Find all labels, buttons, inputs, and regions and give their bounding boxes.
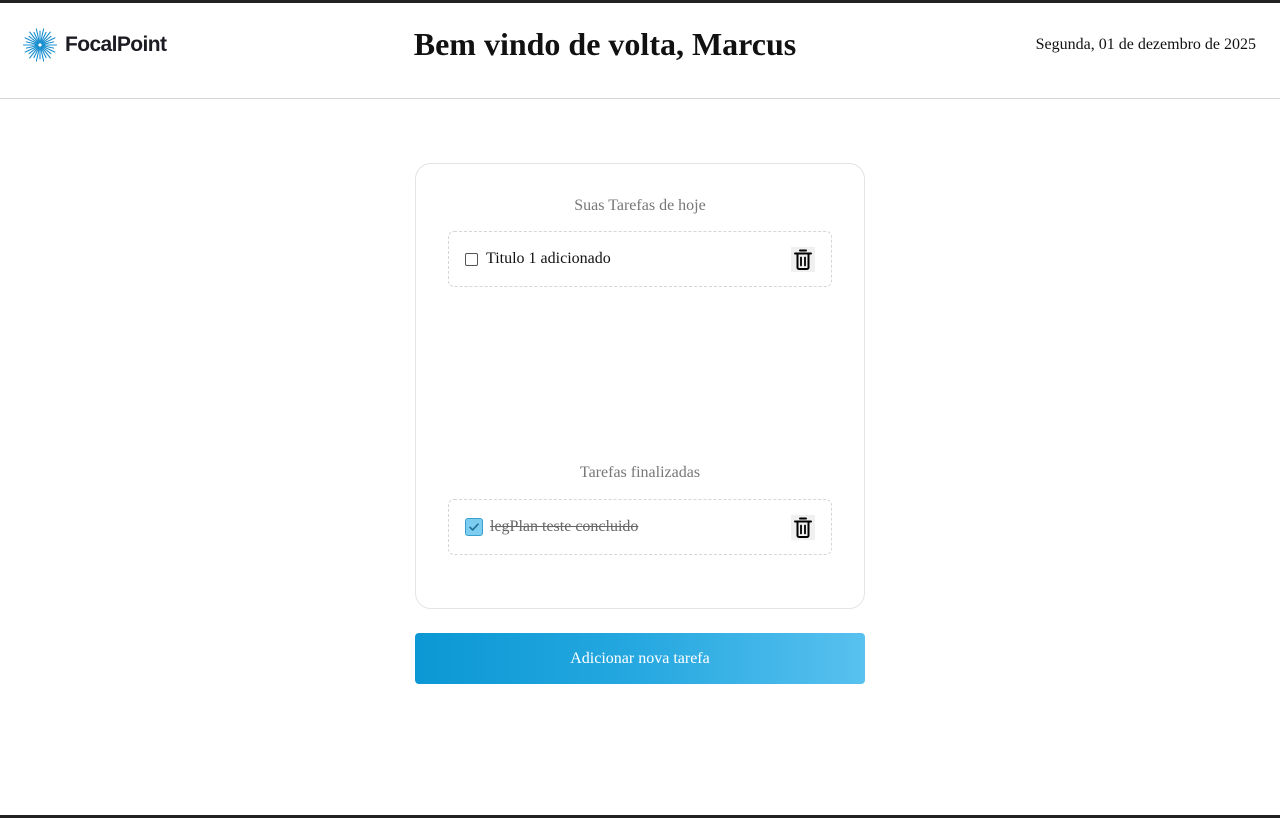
task-item: Titulo 1 adicionado xyxy=(448,231,832,287)
checkmark-icon xyxy=(469,523,479,531)
task-checkbox[interactable] xyxy=(465,252,478,266)
current-date: Segunda, 01 de dezembro de 2025 xyxy=(1035,36,1256,53)
task-checkbox-checked[interactable] xyxy=(465,518,483,536)
tasks-card: Suas Tarefas de hoje Titulo 1 adicionado… xyxy=(415,163,865,609)
trash-icon xyxy=(794,249,812,270)
task-title: legPlan teste concluido xyxy=(490,518,639,535)
delete-task-button[interactable] xyxy=(791,247,815,272)
add-task-button[interactable]: Adicionar nova tarefa xyxy=(415,633,865,684)
page-title: Bem vindo de volta, Marcus xyxy=(413,26,797,62)
today-tasks-heading: Suas Tarefas de hoje xyxy=(574,197,706,214)
delete-task-button[interactable] xyxy=(791,515,815,540)
app-header: FocalPoint Bem vindo de volta, Marcus Se… xyxy=(0,3,1280,99)
task-title: Titulo 1 adicionado xyxy=(486,250,611,267)
finished-task-item: legPlan teste concluido xyxy=(448,499,832,555)
trash-icon xyxy=(794,517,812,538)
finished-tasks-heading: Tarefas finalizadas xyxy=(579,464,701,481)
